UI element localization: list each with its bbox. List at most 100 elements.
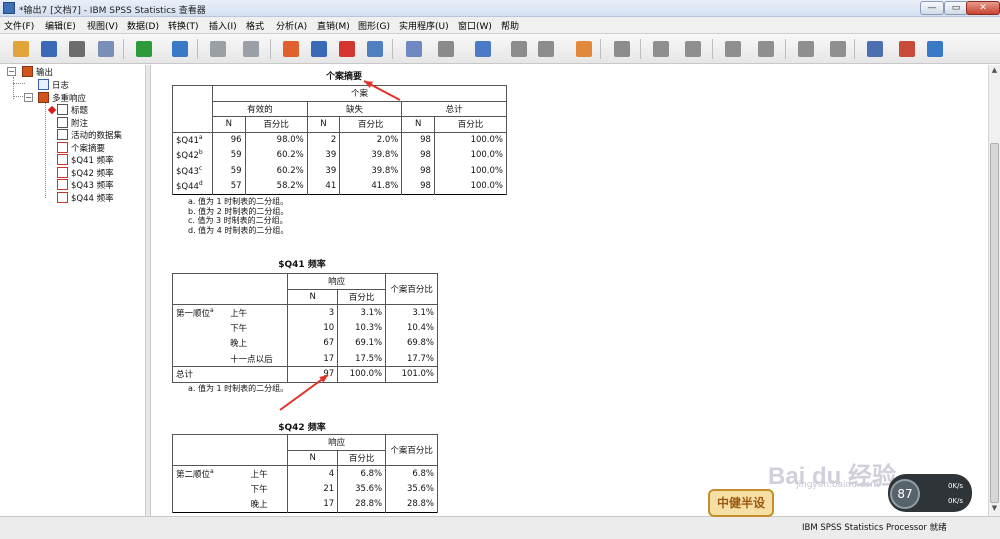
tree-item-q44-frequency[interactable]: $Q44 频率 <box>57 191 114 204</box>
designate-window-icon[interactable] <box>611 38 633 60</box>
export-glyph <box>136 41 152 57</box>
show-icon[interactable] <box>795 38 817 60</box>
show-all-variables-icon[interactable] <box>535 38 557 60</box>
vertical-scrollbar[interactable]: ▲ ▼ <box>988 65 1000 516</box>
variables-icon[interactable] <box>364 38 386 60</box>
forward-glyph <box>685 41 701 57</box>
close-button[interactable]: ✕ <box>966 1 1000 15</box>
menu-data[interactable]: 数据(D) <box>127 19 159 32</box>
menu-utilities[interactable]: 实用程序(U) <box>399 19 449 32</box>
export-icon[interactable] <box>133 38 155 60</box>
menu-edit[interactable]: 编辑(E) <box>45 19 76 32</box>
minimize-button[interactable]: — <box>920 1 944 15</box>
toolbar-separator <box>600 39 601 59</box>
hide-glyph <box>830 41 846 57</box>
spss-app-icon <box>3 2 15 14</box>
value-labels-icon[interactable] <box>472 38 494 60</box>
menu-window[interactable]: 窗口(W) <box>458 19 492 32</box>
tree-item-active-dataset[interactable]: 活动的数据集 <box>57 129 122 141</box>
collapse-icon[interactable] <box>755 38 777 60</box>
goto-case-glyph <box>311 41 327 57</box>
tree-item-title[interactable]: 标题 <box>57 104 88 116</box>
menu-view[interactable]: 视图(V) <box>87 19 118 32</box>
print-preview-glyph <box>98 41 114 57</box>
weight-cases-glyph <box>438 41 454 57</box>
menu-format[interactable]: 格式 <box>246 19 264 32</box>
toolbar-separator <box>712 39 713 59</box>
active-item-marker <box>47 105 57 115</box>
open-icon[interactable] <box>10 38 32 60</box>
maximize-button[interactable]: ▭ <box>944 1 968 15</box>
output-content-pane: 个案摘要 个案 有效的 缺失 总计 N 百分比 N 百分比 N 百分比 $Q41… <box>152 65 988 516</box>
scroll-up-icon[interactable]: ▲ <box>990 66 999 76</box>
tree-item-case-summary[interactable]: 个案摘要 <box>57 141 105 154</box>
collapse-group-toggle[interactable]: − <box>24 93 33 102</box>
log-icon <box>38 79 49 90</box>
back-glyph <box>653 41 669 57</box>
download-speed: 0K/s <box>948 497 964 505</box>
scroll-down-icon[interactable]: ▼ <box>990 504 999 514</box>
insert-text-icon[interactable] <box>924 38 946 60</box>
menu-insert[interactable]: 插入(I) <box>209 19 237 32</box>
speed-gauge: 87 <box>890 479 920 509</box>
table-doc-icon <box>57 154 68 165</box>
spelling-icon[interactable] <box>573 38 595 60</box>
insert-title-icon[interactable] <box>896 38 918 60</box>
insert-heading-icon[interactable] <box>864 38 886 60</box>
redo-glyph <box>243 41 259 57</box>
hide-icon[interactable] <box>827 38 849 60</box>
tree-item-output[interactable]: 输出 <box>22 66 53 78</box>
back-icon[interactable] <box>650 38 672 60</box>
print-preview-icon[interactable] <box>95 38 117 60</box>
scroll-thumb[interactable] <box>990 143 999 503</box>
menu-analyze[interactable]: 分析(A) <box>276 19 307 32</box>
menu-direct-marketing[interactable]: 直销(M) <box>317 19 350 32</box>
forward-icon[interactable] <box>682 38 704 60</box>
recall-dialog-icon[interactable] <box>169 38 191 60</box>
output-navigator: − 输出 日志 − 多重响应 标题 附注 活动的数据集 个案摘要 $Q41 频率… <box>0 65 146 516</box>
save-glyph <box>41 41 57 57</box>
spelling-glyph <box>576 41 592 57</box>
annotation-arrows <box>279 80 401 411</box>
insert-text-glyph <box>927 41 943 57</box>
toolbar-separator <box>640 39 641 59</box>
redo-icon[interactable] <box>240 38 262 60</box>
menu-file[interactable]: 文件(F) <box>4 19 34 32</box>
tree-item-q43-frequency[interactable]: $Q43 频率 <box>57 179 114 191</box>
menu-graphs[interactable]: 图形(G) <box>358 19 390 32</box>
collapse-glyph <box>758 41 774 57</box>
toolbar <box>0 34 1000 64</box>
toolbar-separator <box>854 39 855 59</box>
status-text: IBM SPSS Statistics Processor 就绪 <box>802 523 947 533</box>
weight-cases-icon[interactable] <box>435 38 457 60</box>
collapse-root-toggle[interactable]: − <box>7 67 16 76</box>
expand-icon[interactable] <box>722 38 744 60</box>
use-variable-sets-glyph <box>511 41 527 57</box>
print-icon[interactable] <box>66 38 88 60</box>
toolbar-separator <box>270 39 271 59</box>
goto-variable-glyph <box>339 41 355 57</box>
tree-item-log[interactable]: 日志 <box>38 79 69 91</box>
expand-glyph <box>725 41 741 57</box>
goto-data-icon[interactable] <box>280 38 302 60</box>
tree-item-notes[interactable]: 附注 <box>57 116 88 129</box>
status-bar: IBM SPSS Statistics Processor 就绪 <box>0 516 1000 539</box>
undo-glyph <box>210 41 226 57</box>
tree-item-q41-frequency[interactable]: $Q41 频率 <box>57 154 114 166</box>
tree-item-q42-frequency[interactable]: $Q42 频率 <box>57 166 114 179</box>
author-badge: 中健半设 <box>708 489 774 517</box>
pane-splitter[interactable] <box>146 65 151 516</box>
tree-item-multiple-response[interactable]: 多重响应 <box>38 92 86 104</box>
value-labels-glyph <box>475 41 491 57</box>
group-book-icon <box>38 92 49 103</box>
menu-transform[interactable]: 转换(T) <box>168 19 199 32</box>
use-variable-sets-icon[interactable] <box>508 38 530 60</box>
menu-help[interactable]: 帮助 <box>501 19 519 32</box>
undo-icon[interactable] <box>207 38 229 60</box>
select-cases-icon[interactable] <box>403 38 425 60</box>
insert-title-glyph <box>899 41 915 57</box>
goto-variable-icon[interactable] <box>336 38 358 60</box>
save-icon[interactable] <box>38 38 60 60</box>
variables-glyph <box>367 41 383 57</box>
goto-case-icon[interactable] <box>308 38 330 60</box>
